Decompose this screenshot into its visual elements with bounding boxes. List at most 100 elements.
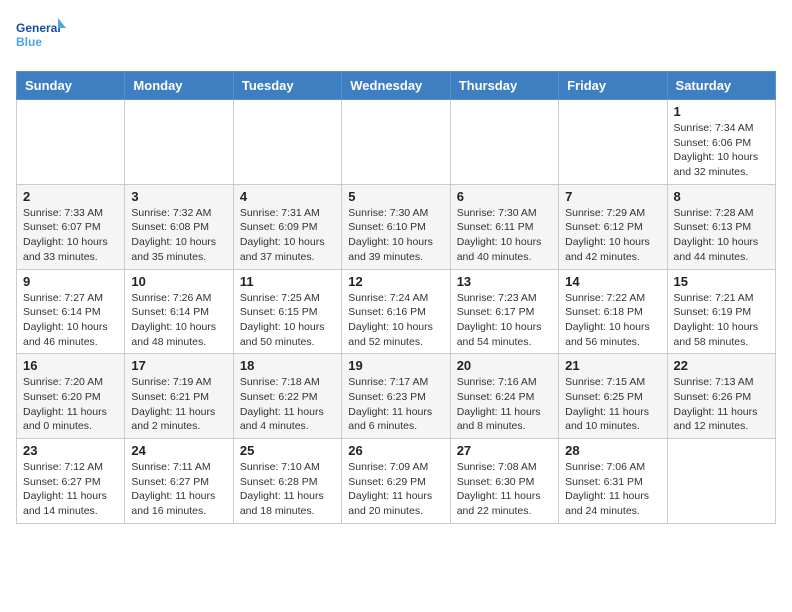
weekday-header: Saturday <box>667 72 775 100</box>
calendar-cell <box>233 100 341 185</box>
calendar-cell: 21 Sunrise: 7:15 AM Sunset: 6:25 PM Dayli… <box>559 354 667 439</box>
day-number: 5 <box>348 189 443 204</box>
calendar-header-row: SundayMondayTuesdayWednesdayThursdayFrid… <box>17 72 776 100</box>
day-number: 13 <box>457 274 552 289</box>
day-info: Sunrise: 7:34 AM Sunset: 6:06 PM Dayligh… <box>674 121 769 180</box>
svg-text:General: General <box>16 21 61 35</box>
calendar-cell: 17 Sunrise: 7:19 AM Sunset: 6:21 PM Dayli… <box>125 354 233 439</box>
calendar-cell: 18Sunrise: 7:18 AM Sunset: 6:22 PM Dayli… <box>233 354 341 439</box>
day-number: 10 <box>131 274 226 289</box>
calendar-cell: 27Sunrise: 7:08 AM Sunset: 6:30 PM Dayli… <box>450 439 558 524</box>
calendar-cell: 16 Sunrise: 7:20 AM Sunset: 6:20 PM Dayli… <box>17 354 125 439</box>
day-number: 17 <box>131 358 226 373</box>
day-number: 7 <box>565 189 660 204</box>
day-info: Sunrise: 7:19 AM Sunset: 6:21 PM Dayligh… <box>131 375 226 434</box>
day-number: 14 <box>565 274 660 289</box>
day-info: Sunrise: 7:09 AM Sunset: 6:29 PM Dayligh… <box>348 460 443 519</box>
day-info: Sunrise: 7:21 AM Sunset: 6:19 PM Dayligh… <box>674 291 769 350</box>
day-number: 19 <box>348 358 443 373</box>
day-info: Sunrise: 7:15 AM Sunset: 6:25 PM Dayligh… <box>565 375 660 434</box>
weekday-header: Wednesday <box>342 72 450 100</box>
calendar-cell <box>125 100 233 185</box>
calendar-cell: 7 Sunrise: 7:29 AM Sunset: 6:12 PM Daylig… <box>559 184 667 269</box>
day-number: 21 <box>565 358 660 373</box>
calendar-cell: 4Sunrise: 7:31 AM Sunset: 6:09 PM Daylig… <box>233 184 341 269</box>
day-info: Sunrise: 7:30 AM Sunset: 6:10 PM Dayligh… <box>348 206 443 265</box>
day-number: 25 <box>240 443 335 458</box>
calendar-week-row: 9 Sunrise: 7:27 AM Sunset: 6:14 PM Daylig… <box>17 269 776 354</box>
day-info: Sunrise: 7:33 AM Sunset: 6:07 PM Dayligh… <box>23 206 118 265</box>
day-number: 20 <box>457 358 552 373</box>
day-info: Sunrise: 7:18 AM Sunset: 6:22 PM Dayligh… <box>240 375 335 434</box>
day-number: 24 <box>131 443 226 458</box>
day-number: 23 <box>23 443 118 458</box>
day-info: Sunrise: 7:16 AM Sunset: 6:24 PM Dayligh… <box>457 375 552 434</box>
calendar-week-row: 16 Sunrise: 7:20 AM Sunset: 6:20 PM Dayli… <box>17 354 776 439</box>
day-number: 8 <box>674 189 769 204</box>
day-number: 27 <box>457 443 552 458</box>
calendar-cell: 3 Sunrise: 7:32 AM Sunset: 6:08 PM Daylig… <box>125 184 233 269</box>
day-info: Sunrise: 7:12 AM Sunset: 6:27 PM Dayligh… <box>23 460 118 519</box>
calendar-week-row: 1 Sunrise: 7:34 AM Sunset: 6:06 PM Daylig… <box>17 100 776 185</box>
day-number: 1 <box>674 104 769 119</box>
day-info: Sunrise: 7:06 AM Sunset: 6:31 PM Dayligh… <box>565 460 660 519</box>
calendar-cell: 6 Sunrise: 7:30 AM Sunset: 6:11 PM Daylig… <box>450 184 558 269</box>
day-number: 2 <box>23 189 118 204</box>
day-number: 15 <box>674 274 769 289</box>
calendar-cell <box>450 100 558 185</box>
day-info: Sunrise: 7:23 AM Sunset: 6:17 PM Dayligh… <box>457 291 552 350</box>
calendar-cell: 25 Sunrise: 7:10 AM Sunset: 6:28 PM Dayli… <box>233 439 341 524</box>
day-info: Sunrise: 7:10 AM Sunset: 6:28 PM Dayligh… <box>240 460 335 519</box>
day-number: 9 <box>23 274 118 289</box>
day-info: Sunrise: 7:17 AM Sunset: 6:23 PM Dayligh… <box>348 375 443 434</box>
day-number: 6 <box>457 189 552 204</box>
header: General Blue <box>16 16 776 61</box>
calendar-cell <box>667 439 775 524</box>
calendar-cell <box>17 100 125 185</box>
calendar-cell: 2 Sunrise: 7:33 AM Sunset: 6:07 PM Daylig… <box>17 184 125 269</box>
day-number: 11 <box>240 274 335 289</box>
weekday-header: Tuesday <box>233 72 341 100</box>
calendar-cell: 19 Sunrise: 7:17 AM Sunset: 6:23 PM Dayli… <box>342 354 450 439</box>
day-number: 3 <box>131 189 226 204</box>
logo-svg: General Blue <box>16 16 66 61</box>
day-info: Sunrise: 7:27 AM Sunset: 6:14 PM Dayligh… <box>23 291 118 350</box>
day-number: 28 <box>565 443 660 458</box>
day-number: 26 <box>348 443 443 458</box>
day-info: Sunrise: 7:30 AM Sunset: 6:11 PM Dayligh… <box>457 206 552 265</box>
calendar-cell: 14 Sunrise: 7:22 AM Sunset: 6:18 PM Dayli… <box>559 269 667 354</box>
weekday-header: Sunday <box>17 72 125 100</box>
calendar-cell <box>342 100 450 185</box>
day-number: 4 <box>240 189 335 204</box>
calendar-cell: 15 Sunrise: 7:21 AM Sunset: 6:19 PM Dayli… <box>667 269 775 354</box>
calendar-week-row: 23 Sunrise: 7:12 AM Sunset: 6:27 PM Dayli… <box>17 439 776 524</box>
weekday-header: Monday <box>125 72 233 100</box>
calendar-cell: 24 Sunrise: 7:11 AM Sunset: 6:27 PM Dayli… <box>125 439 233 524</box>
day-info: Sunrise: 7:24 AM Sunset: 6:16 PM Dayligh… <box>348 291 443 350</box>
day-info: Sunrise: 7:28 AM Sunset: 6:13 PM Dayligh… <box>674 206 769 265</box>
day-number: 12 <box>348 274 443 289</box>
calendar-cell: 1 Sunrise: 7:34 AM Sunset: 6:06 PM Daylig… <box>667 100 775 185</box>
calendar-cell <box>559 100 667 185</box>
calendar-cell: 11 Sunrise: 7:25 AM Sunset: 6:15 PM Dayli… <box>233 269 341 354</box>
calendar-cell: 13 Sunrise: 7:23 AM Sunset: 6:17 PM Dayli… <box>450 269 558 354</box>
day-info: Sunrise: 7:32 AM Sunset: 6:08 PM Dayligh… <box>131 206 226 265</box>
day-info: Sunrise: 7:26 AM Sunset: 6:14 PM Dayligh… <box>131 291 226 350</box>
day-info: Sunrise: 7:20 AM Sunset: 6:20 PM Dayligh… <box>23 375 118 434</box>
calendar-cell: 5 Sunrise: 7:30 AM Sunset: 6:10 PM Daylig… <box>342 184 450 269</box>
calendar-cell: 12 Sunrise: 7:24 AM Sunset: 6:16 PM Dayli… <box>342 269 450 354</box>
day-number: 16 <box>23 358 118 373</box>
calendar-cell: 26 Sunrise: 7:09 AM Sunset: 6:29 PM Dayli… <box>342 439 450 524</box>
day-info: Sunrise: 7:25 AM Sunset: 6:15 PM Dayligh… <box>240 291 335 350</box>
day-info: Sunrise: 7:11 AM Sunset: 6:27 PM Dayligh… <box>131 460 226 519</box>
svg-text:Blue: Blue <box>16 35 42 49</box>
weekday-header: Friday <box>559 72 667 100</box>
calendar-week-row: 2 Sunrise: 7:33 AM Sunset: 6:07 PM Daylig… <box>17 184 776 269</box>
calendar-cell: 22Sunrise: 7:13 AM Sunset: 6:26 PM Dayli… <box>667 354 775 439</box>
calendar-cell: 8 Sunrise: 7:28 AM Sunset: 6:13 PM Daylig… <box>667 184 775 269</box>
day-info: Sunrise: 7:22 AM Sunset: 6:18 PM Dayligh… <box>565 291 660 350</box>
day-info: Sunrise: 7:29 AM Sunset: 6:12 PM Dayligh… <box>565 206 660 265</box>
calendar-cell: 23 Sunrise: 7:12 AM Sunset: 6:27 PM Dayli… <box>17 439 125 524</box>
day-number: 22 <box>674 358 769 373</box>
calendar: SundayMondayTuesdayWednesdayThursdayFrid… <box>16 71 776 524</box>
